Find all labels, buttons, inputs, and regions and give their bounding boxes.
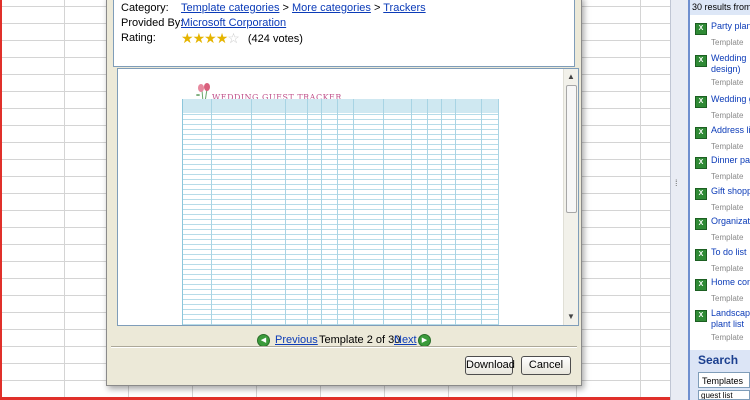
provider-link[interactable]: Microsoft Corporation — [181, 16, 286, 30]
search-section: Search Templates guest list — [690, 350, 750, 400]
result-source: Template — [711, 333, 744, 342]
star-empty-icon: ☆ — [227, 30, 240, 46]
excel-file-icon: X — [695, 127, 707, 139]
excel-file-icon: X — [695, 310, 707, 322]
excel-file-icon: X — [695, 279, 707, 291]
window-edge-left — [0, 0, 2, 400]
rating-label: Rating: — [121, 32, 156, 44]
excel-file-icon: X — [695, 55, 707, 67]
template-preview-table — [182, 99, 499, 325]
previous-link[interactable]: Previous — [275, 333, 318, 347]
table-column-line — [481, 99, 482, 325]
result-name[interactable]: Address li — [711, 125, 750, 136]
result-name-line2[interactable]: design) — [711, 64, 741, 75]
result-source: Template — [711, 142, 744, 151]
result-source: Template — [711, 233, 744, 242]
table-column-line — [307, 99, 308, 325]
result-name[interactable]: Home con — [711, 277, 750, 288]
result-source: Template — [711, 264, 744, 273]
result-name[interactable]: Wedding g — [711, 94, 750, 105]
download-button[interactable]: Download — [465, 356, 515, 375]
table-column-line — [427, 99, 428, 325]
result-name[interactable]: Wedding — [711, 53, 746, 64]
table-column-line — [353, 99, 354, 325]
table-column-line — [285, 99, 286, 325]
excel-file-icon: X — [695, 96, 707, 108]
table-column-line — [455, 99, 456, 325]
table-column-line — [321, 99, 322, 325]
excel-file-icon: X — [695, 218, 707, 230]
table-column-line — [498, 99, 499, 325]
search-query-input[interactable]: guest list — [698, 390, 750, 400]
star-icon: ★ — [192, 30, 206, 46]
table-column-line — [211, 99, 212, 325]
star-icon: ★ — [215, 30, 229, 46]
result-name-line2[interactable]: plant list — [711, 319, 744, 330]
search-title: Search — [698, 353, 739, 367]
star-icon: ★ — [181, 30, 194, 46]
task-pane-splitter[interactable]: ⁞ — [670, 0, 689, 400]
category-link-template-categories[interactable]: Template categories — [181, 2, 279, 14]
scroll-up-icon[interactable]: ▲ — [564, 71, 578, 83]
scroll-thumb[interactable] — [566, 85, 577, 213]
template-position: Template 2 of 30 — [319, 334, 401, 346]
search-scope-field[interactable]: Templates — [698, 372, 750, 388]
table-column-line — [411, 99, 412, 325]
result-source: Template — [711, 111, 744, 120]
result-source: Template — [711, 172, 744, 181]
next-link[interactable]: Next — [394, 333, 417, 347]
table-header-band — [183, 99, 499, 113]
template-preview: WEDDING GUEST TRACKER ▲ ▼ — [117, 68, 579, 326]
result-name[interactable]: Organizat — [711, 216, 750, 227]
rating-value: ★★★★☆ (424 votes) — [181, 31, 303, 46]
template-dialog: Category: Template categories > More cat… — [106, 0, 582, 386]
result-source: Template — [711, 203, 744, 212]
divider — [111, 346, 577, 348]
category-link-more-categories[interactable]: More categories — [292, 2, 371, 14]
result-name[interactable]: Dinner pa — [711, 155, 750, 166]
excel-file-icon: X — [695, 157, 707, 169]
scroll-down-icon[interactable]: ▼ — [564, 311, 578, 323]
excel-file-icon: X — [695, 23, 707, 35]
category-link-trackers[interactable]: Trackers — [383, 2, 425, 14]
category-breadcrumb: Template categories > More categories > … — [181, 1, 426, 15]
result-name[interactable]: To do list — [711, 247, 747, 258]
table-column-line — [251, 99, 252, 325]
template-details-panel: Category: Template categories > More cat… — [113, 0, 575, 67]
star-icon: ★ — [204, 30, 217, 46]
category-label: Category: — [121, 2, 169, 14]
excel-file-icon: X — [695, 249, 707, 261]
vote-count: (424 votes) — [247, 33, 303, 45]
result-source: Template — [711, 294, 744, 303]
table-column-line — [383, 99, 384, 325]
provided-by-label: Provided By: — [121, 17, 184, 29]
result-name[interactable]: Landscap — [711, 308, 750, 319]
result-source: Template — [711, 78, 744, 87]
results-header: 30 results from — [690, 0, 750, 15]
breadcrumb-separator: > — [373, 2, 381, 14]
splitter-grip-icon: ⁞ — [675, 178, 678, 188]
result-name[interactable]: Party plan — [711, 21, 750, 32]
template-task-pane: 30 results from X Party plan Template X … — [688, 0, 750, 400]
rating-stars: ★★★★☆ — [181, 30, 240, 46]
table-column-line — [441, 99, 442, 325]
preview-scrollbar[interactable]: ▲ ▼ — [563, 69, 578, 325]
breadcrumb-separator: > — [282, 2, 289, 14]
excel-file-icon: X — [695, 188, 707, 200]
cancel-button[interactable]: Cancel — [521, 356, 571, 375]
table-column-line — [337, 99, 338, 325]
results-list: X Party plan Template X Wedding design) … — [690, 15, 750, 350]
result-source: Template — [711, 38, 744, 47]
result-name[interactable]: Gift shopp — [711, 186, 750, 197]
